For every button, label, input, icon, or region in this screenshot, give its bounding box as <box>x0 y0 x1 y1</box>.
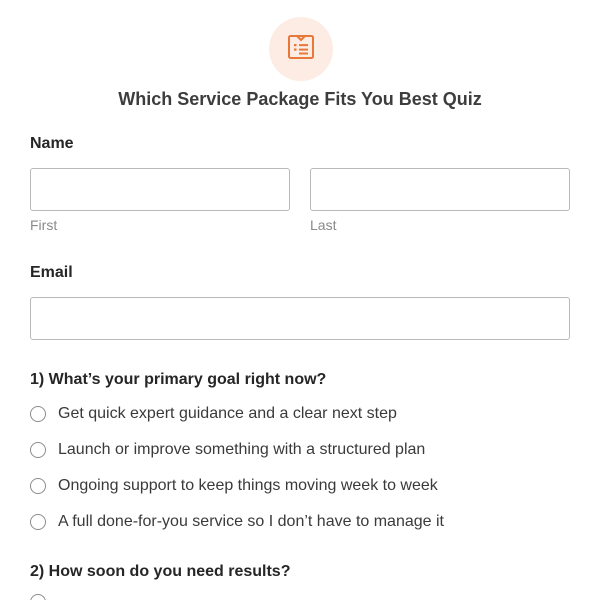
radio-button[interactable] <box>30 406 46 422</box>
question-2-label: 2) How soon do you need results? <box>30 563 291 580</box>
email-label: Email <box>30 264 73 281</box>
last-name-sublabel: Last <box>310 217 337 233</box>
question-1-label: 1) What’s your primary goal right now? <box>30 371 327 388</box>
name-label: Name <box>30 135 74 152</box>
question-2-option-1[interactable] <box>30 590 46 600</box>
radio-button[interactable] <box>30 514 46 530</box>
radio-button[interactable] <box>30 594 46 600</box>
radio-button[interactable] <box>30 478 46 494</box>
question-1-option-4[interactable]: A full done-for-you service so I don’t h… <box>30 510 444 534</box>
question-1-option-3[interactable]: Ongoing support to keep things moving we… <box>30 474 438 498</box>
option-label: Ongoing support to keep things moving we… <box>58 477 438 494</box>
email-input[interactable] <box>30 297 570 340</box>
option-label: A full done-for-you service so I don’t h… <box>58 513 444 530</box>
question-1-option-1[interactable]: Get quick expert guidance and a clear ne… <box>30 402 397 426</box>
option-label: Get quick expert guidance and a clear ne… <box>58 405 397 422</box>
option-label: Launch or improve something with a struc… <box>58 441 426 458</box>
form-title: Which Service Package Fits You Best Quiz <box>118 89 482 109</box>
quiz-form-page: Which Service Package Fits You Best Quiz… <box>0 0 600 600</box>
radio-button[interactable] <box>30 442 46 458</box>
first-name-input[interactable] <box>30 168 290 211</box>
first-name-sublabel: First <box>30 217 58 233</box>
form-logo <box>269 17 333 81</box>
last-name-input[interactable] <box>310 168 570 211</box>
question-1-option-2[interactable]: Launch or improve something with a struc… <box>30 438 425 462</box>
clipboard-list-icon <box>286 32 316 67</box>
